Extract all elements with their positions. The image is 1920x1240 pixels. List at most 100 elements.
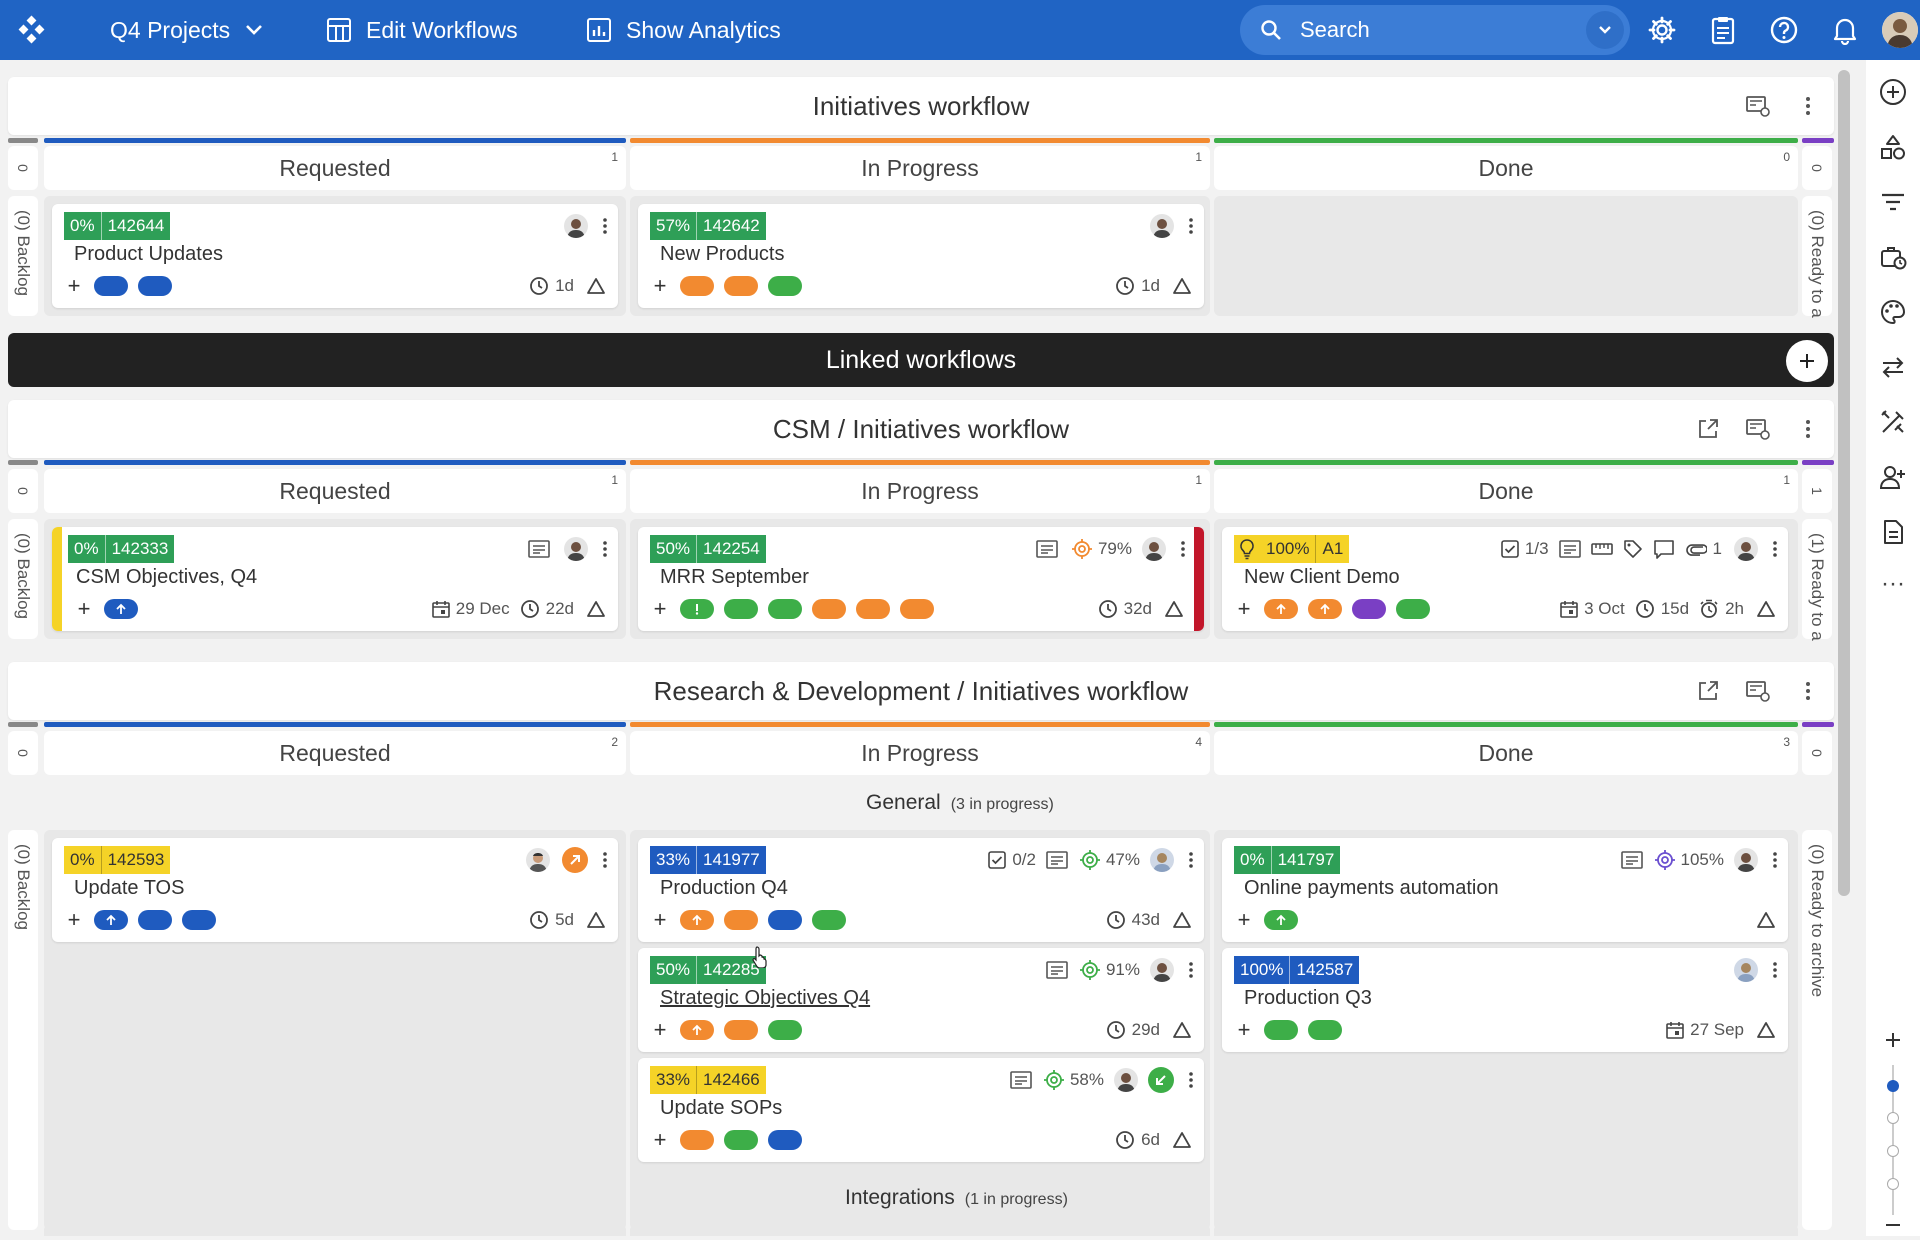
project-selector[interactable]: Q4 Projects xyxy=(110,0,264,60)
card-title[interactable]: Update SOPs xyxy=(660,1097,782,1120)
checklist-icon[interactable] xyxy=(1501,540,1519,558)
swimlane-header-integrations[interactable]: Integrations (1 in progress) xyxy=(845,1186,1068,1210)
card[interactable]: 100% 142587 Production Q3 + 27 Sep xyxy=(1222,948,1788,1052)
tag[interactable] xyxy=(1396,599,1430,619)
add-tag-button[interactable]: + xyxy=(650,596,670,621)
tag[interactable] xyxy=(1308,599,1342,619)
backlog-column[interactable]: (0) Backlog xyxy=(8,830,38,1230)
tag[interactable] xyxy=(1264,1020,1298,1040)
tag[interactable] xyxy=(680,910,714,930)
help-icon[interactable] xyxy=(1767,13,1801,47)
shapes-icon[interactable] xyxy=(1878,132,1908,162)
tag[interactable] xyxy=(724,910,758,930)
avatar[interactable] xyxy=(1142,537,1166,561)
more-vertical-icon[interactable] xyxy=(1188,1071,1194,1089)
checklist-icon[interactable] xyxy=(988,851,1007,869)
note-icon[interactable] xyxy=(1010,1071,1032,1089)
ready-to-archive-column[interactable]: (0) Ready to archive xyxy=(1802,830,1832,1230)
warning-icon[interactable] xyxy=(1172,277,1192,295)
tag[interactable] xyxy=(768,276,802,296)
palette-icon[interactable] xyxy=(1878,297,1908,327)
more-vertical-icon[interactable] xyxy=(1793,91,1823,121)
card[interactable]: 0% 142333 CSM Objectives, Q4 + 29 Dec 22d xyxy=(52,527,618,631)
swap-icon[interactable] xyxy=(1878,352,1908,382)
warning-icon[interactable] xyxy=(1756,1021,1776,1039)
note-icon[interactable] xyxy=(1558,540,1581,558)
tag[interactable] xyxy=(680,1130,714,1150)
tag[interactable] xyxy=(768,599,802,619)
board-settings-icon[interactable] xyxy=(1743,676,1773,706)
tag[interactable] xyxy=(1308,1020,1342,1040)
avatar[interactable] xyxy=(1150,958,1174,982)
bell-icon[interactable] xyxy=(1828,13,1862,47)
card-title[interactable]: Update TOS xyxy=(74,877,184,900)
card-title[interactable]: Product Updates xyxy=(74,243,223,266)
tag[interactable] xyxy=(680,1020,714,1040)
add-tag-button[interactable]: + xyxy=(650,273,670,298)
add-tag-button[interactable]: + xyxy=(74,596,94,621)
card-title[interactable]: Production Q4 xyxy=(660,877,788,900)
add-user-icon[interactable] xyxy=(1878,462,1908,492)
note-icon[interactable] xyxy=(1620,851,1643,869)
link-arrow-icon[interactable] xyxy=(1148,1067,1174,1093)
tag[interactable] xyxy=(812,599,846,619)
comment-icon[interactable] xyxy=(1653,539,1675,559)
card[interactable]: 0% 141797 105% Online payments automation… xyxy=(1222,838,1788,942)
gear-icon[interactable] xyxy=(1645,13,1679,47)
show-analytics-button[interactable]: Show Analytics xyxy=(586,0,781,60)
avatar[interactable] xyxy=(564,537,588,561)
zoom-step[interactable] xyxy=(1887,1112,1899,1124)
tag[interactable] xyxy=(1264,910,1298,930)
card-title[interactable]: New Products xyxy=(660,243,785,266)
search-dropdown-button[interactable] xyxy=(1586,11,1624,49)
warning-icon[interactable] xyxy=(1172,1131,1192,1149)
warning-icon[interactable] xyxy=(586,911,606,929)
zoom-step[interactable] xyxy=(1887,1178,1899,1190)
board-settings-icon[interactable] xyxy=(1743,414,1773,444)
external-link-icon[interactable] xyxy=(562,847,588,873)
clipboard-icon[interactable] xyxy=(1706,13,1740,47)
card[interactable]: 0% 142644 Product Updates + 1d xyxy=(52,204,618,308)
document-icon[interactable] xyxy=(1878,517,1908,547)
board-settings-icon[interactable] xyxy=(1743,91,1773,121)
user-avatar[interactable] xyxy=(1882,12,1918,48)
edit-workflows-button[interactable]: Edit Workflows xyxy=(326,0,518,60)
card[interactable]: 33% 141977 0/2 47% Production Q4 + 43d xyxy=(638,838,1204,942)
tools-icon[interactable] xyxy=(1878,407,1908,437)
avatar[interactable] xyxy=(1734,537,1758,561)
warning-icon[interactable] xyxy=(1172,1021,1192,1039)
paperclip-icon[interactable] xyxy=(1685,542,1707,556)
add-tag-button[interactable]: + xyxy=(1234,907,1254,932)
add-tag-button[interactable]: + xyxy=(64,907,84,932)
more-vertical-icon[interactable] xyxy=(1188,961,1194,979)
tag[interactable] xyxy=(680,599,714,619)
warning-icon[interactable] xyxy=(586,277,606,295)
tag[interactable] xyxy=(138,276,172,296)
avatar[interactable] xyxy=(1734,958,1758,982)
tag-icon[interactable] xyxy=(1623,539,1643,559)
add-linked-workflow-button[interactable] xyxy=(1786,340,1828,382)
more-vertical-icon[interactable] xyxy=(1188,217,1194,235)
note-icon[interactable] xyxy=(1046,851,1068,869)
more-vertical-icon[interactable] xyxy=(1188,851,1194,869)
card-title[interactable]: Online payments automation xyxy=(1244,877,1499,900)
more-vertical-icon[interactable] xyxy=(1772,540,1778,558)
avatar[interactable] xyxy=(564,214,588,238)
note-icon[interactable] xyxy=(1046,961,1068,979)
tag[interactable] xyxy=(768,1130,802,1150)
card-title[interactable]: Production Q3 xyxy=(1244,987,1372,1010)
avatar[interactable] xyxy=(1150,214,1174,238)
more-vertical-icon[interactable] xyxy=(1772,961,1778,979)
tag[interactable] xyxy=(1352,599,1386,619)
card-title[interactable]: New Client Demo xyxy=(1244,566,1400,589)
tag[interactable] xyxy=(724,1130,758,1150)
zoom-slider-handle[interactable] xyxy=(1887,1080,1899,1092)
search-input[interactable] xyxy=(1300,17,1570,43)
warning-icon[interactable] xyxy=(1172,911,1192,929)
add-tag-button[interactable]: + xyxy=(1234,1017,1254,1042)
tag[interactable] xyxy=(94,910,128,930)
more-vertical-icon[interactable] xyxy=(602,217,608,235)
external-link-icon[interactable] xyxy=(1693,414,1723,444)
plus-circle-icon[interactable] xyxy=(1878,77,1908,107)
add-tag-button[interactable]: + xyxy=(1234,596,1254,621)
